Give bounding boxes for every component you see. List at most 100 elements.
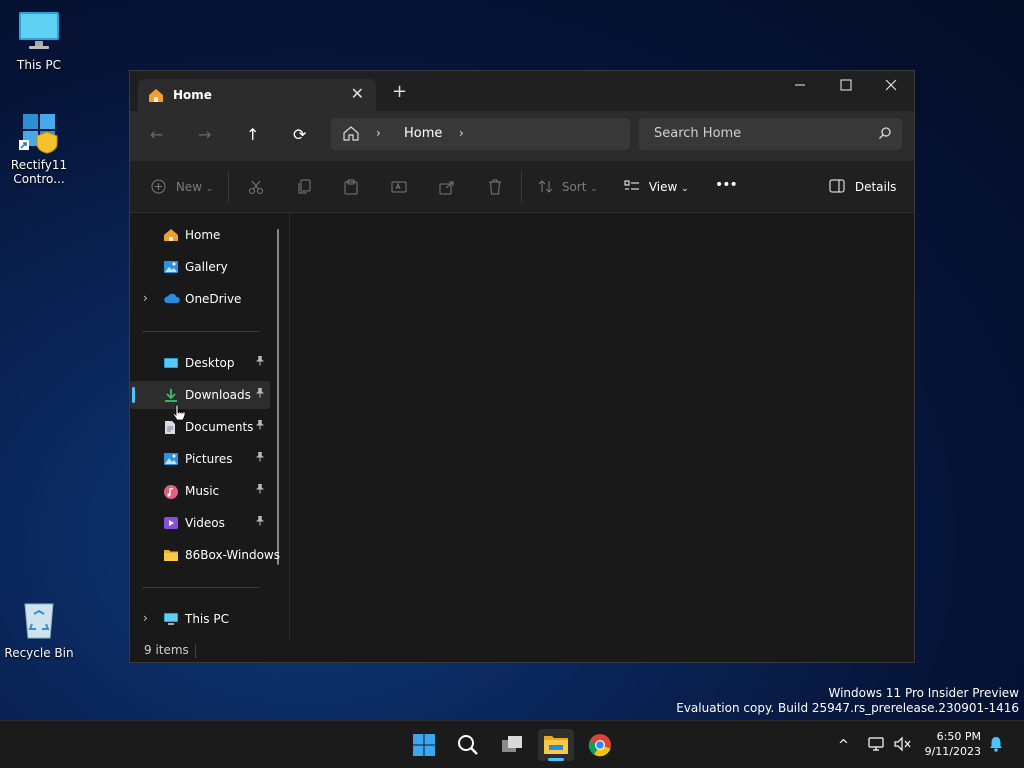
start-button[interactable]	[406, 729, 442, 761]
details-button[interactable]: Details	[829, 179, 896, 194]
back-button[interactable]: ←	[150, 125, 163, 144]
search-taskbar-button[interactable]	[450, 729, 486, 761]
sidebar-item-home[interactable]: Home	[130, 221, 270, 249]
clock[interactable]: 6:50 PM 9/11/2023	[925, 729, 981, 759]
forward-button[interactable]: →	[198, 125, 211, 144]
sidebar-item-pictures[interactable]: Pictures	[130, 445, 270, 473]
folder-icon	[163, 548, 179, 562]
tray-overflow-chevron[interactable]: ^	[838, 738, 849, 753]
new-button[interactable]: New ⌄	[151, 179, 213, 194]
paste-button[interactable]	[343, 179, 359, 198]
sidebar-item-videos[interactable]: Videos	[130, 509, 270, 537]
navigation-pane: Home Gallery › OneDrive Desktop Download…	[130, 213, 290, 641]
home-icon	[163, 228, 179, 242]
sidebar-item-86box-windows[interactable]: 86Box-Windows	[130, 541, 280, 569]
hand-cursor-icon	[172, 404, 186, 427]
more-options-button[interactable]: •••	[715, 177, 738, 193]
chevron-down-icon: ⌄	[681, 184, 689, 194]
clock-time: 6:50 PM	[936, 730, 981, 743]
pictures-icon	[163, 452, 179, 466]
sidebar-item-label: This PC	[185, 612, 229, 626]
chevron-right-icon[interactable]: ›	[143, 611, 148, 625]
sort-button[interactable]: Sort ⌄	[538, 179, 598, 194]
delete-button[interactable]	[487, 179, 503, 198]
search-box[interactable]: Search Home	[639, 118, 902, 150]
copy-icon	[298, 179, 311, 194]
breadcrumb-home[interactable]: Home	[404, 126, 442, 141]
pin-icon[interactable]	[255, 419, 265, 433]
chevron-right-icon[interactable]: ›	[459, 126, 464, 140]
rename-button[interactable]	[391, 179, 407, 198]
sidebar-item-label: Downloads	[185, 388, 251, 402]
network-icon[interactable]	[868, 736, 886, 756]
details-pane-icon	[829, 179, 845, 193]
cut-button[interactable]	[248, 179, 264, 198]
copy-button[interactable]	[296, 179, 312, 198]
view-button[interactable]: View ⌄	[624, 179, 689, 194]
new-tab-button[interactable]: +	[392, 81, 407, 102]
pin-icon[interactable]	[255, 355, 265, 369]
desktop-icon-this-pc[interactable]: This PC	[3, 10, 75, 72]
search-icon	[878, 126, 892, 143]
chrome-taskbar-button[interactable]	[582, 729, 618, 761]
sidebar-item-music[interactable]: Music	[130, 477, 270, 505]
sidebar-item-gallery[interactable]: Gallery	[130, 253, 270, 281]
desktop-icon-label: Rectify11 Contro...	[10, 158, 68, 186]
tab-close-button[interactable]: ✕	[351, 84, 364, 103]
file-explorer-taskbar-button[interactable]	[538, 729, 574, 761]
nav-divider	[142, 587, 259, 588]
content-area[interactable]	[290, 213, 914, 641]
pin-icon[interactable]	[255, 483, 265, 497]
close-button[interactable]	[868, 71, 914, 103]
view-button-label: View	[648, 180, 678, 194]
sidebar-item-label: Home	[185, 228, 221, 242]
sidebar-item-label: Videos	[185, 516, 225, 530]
sidebar-item-desktop[interactable]: Desktop	[130, 349, 270, 377]
control-panel-shortcut-icon	[17, 110, 61, 154]
view-icon	[624, 180, 639, 190]
refresh-button[interactable]: ⟳	[293, 125, 306, 144]
task-view-button[interactable]	[494, 729, 530, 761]
notification-bell-icon[interactable]	[988, 735, 1004, 757]
search-icon	[458, 735, 478, 755]
sidebar-item-label: Documents	[185, 420, 254, 434]
sidebar-item-label: OneDrive	[185, 292, 242, 306]
desktop-icon-recycle-bin[interactable]: Recycle Bin	[3, 598, 75, 660]
tab-title: Home	[173, 88, 212, 102]
desktop-icon-rectify11[interactable]: Rectify11 Contro...	[3, 110, 75, 186]
chevron-down-icon: ⌄	[590, 184, 598, 194]
pin-icon[interactable]	[255, 515, 265, 529]
desktop-folder-icon	[163, 356, 179, 370]
pin-icon[interactable]	[255, 387, 265, 401]
nav-scrollbar[interactable]	[277, 229, 279, 565]
minimize-button[interactable]	[777, 71, 823, 103]
sidebar-item-label: Pictures	[185, 452, 233, 466]
sidebar-item-this-pc[interactable]: › This PC	[130, 605, 270, 633]
share-button[interactable]	[439, 179, 455, 198]
watermark-line-1: Windows 11 Pro Insider Preview	[828, 686, 1019, 700]
plus-circle-icon	[151, 179, 166, 194]
pin-icon[interactable]	[255, 451, 265, 465]
gallery-icon	[163, 260, 179, 274]
clock-date: 9/11/2023	[924, 745, 981, 758]
chevron-right-icon[interactable]: ›	[143, 291, 148, 305]
sidebar-item-documents[interactable]: Documents	[130, 413, 270, 441]
address-bar[interactable]: › Home ›	[331, 118, 630, 150]
tab-home[interactable]: Home ✕	[138, 79, 376, 111]
taskbar: ^ 6:50 PM 9/11/2023	[0, 720, 1024, 768]
file-explorer-window[interactable]: Home ✕ + ← → ↑ ⟳ › Home › Search Home Ne…	[129, 70, 915, 663]
command-separator	[521, 171, 522, 203]
minimize-icon	[795, 84, 805, 86]
sidebar-item-downloads[interactable]: Downloads	[130, 381, 270, 409]
volume-muted-icon[interactable]	[894, 736, 912, 756]
status-item-count: 9 items	[144, 643, 189, 657]
home-icon	[148, 88, 164, 106]
sidebar-item-onedrive[interactable]: › OneDrive	[130, 285, 270, 313]
recycle-bin-icon	[17, 598, 61, 642]
task-view-icon	[502, 736, 522, 752]
up-button[interactable]: ↑	[246, 125, 259, 144]
title-bar[interactable]: Home ✕ +	[130, 71, 914, 111]
home-icon[interactable]	[343, 126, 359, 144]
chevron-right-icon[interactable]: ›	[376, 126, 381, 140]
maximize-button[interactable]	[823, 71, 869, 103]
